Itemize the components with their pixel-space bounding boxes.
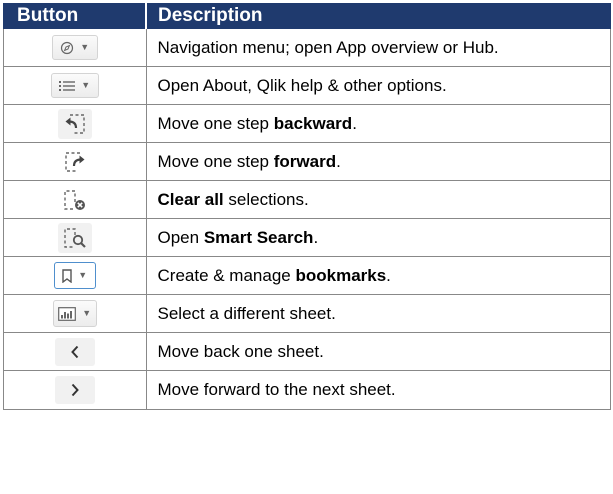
button-cell — [3, 218, 147, 257]
compass-icon — [60, 41, 74, 55]
button-reference-table: Button Description ▼ Navigation menu; op… — [3, 3, 611, 410]
chevron-down-icon: ▼ — [82, 308, 92, 318]
chevron-down-icon: ▼ — [80, 42, 90, 52]
sheets-button[interactable]: ▼ — [52, 300, 97, 327]
global-menu-button[interactable]: ▼ — [50, 73, 99, 98]
button-cell: ▼ — [3, 66, 147, 105]
chevron-down-icon: ▼ — [81, 80, 91, 90]
chevron-right-icon — [70, 383, 80, 397]
button-cell — [3, 370, 147, 410]
table-row: Move back one sheet. — [3, 332, 611, 371]
next-sheet-button[interactable] — [54, 376, 95, 404]
table-row: Move one step backward. — [3, 104, 611, 143]
smart-search-button[interactable] — [57, 222, 92, 253]
step-forward-button[interactable] — [58, 147, 92, 177]
description-cell: Create & manage bookmarks. — [145, 256, 611, 295]
step-back-button[interactable] — [57, 108, 92, 139]
description-cell: Move forward to the next sheet. — [145, 370, 611, 410]
clear-selections-button[interactable] — [58, 185, 92, 215]
step-forward-icon — [64, 151, 86, 173]
list-menu-icon — [59, 80, 76, 92]
button-cell — [3, 332, 147, 371]
table-row: Open Smart Search. — [3, 218, 611, 257]
button-cell — [3, 180, 147, 219]
description-cell: Navigation menu; open App overview or Hu… — [145, 28, 611, 67]
description-column-header: Description — [145, 3, 611, 29]
button-column-header: Button — [3, 3, 147, 29]
description-cell: Move one step backward. — [145, 104, 611, 143]
chevron-down-icon: ▼ — [78, 270, 88, 280]
table-row: ▼ Navigation menu; open App overview or … — [3, 28, 611, 67]
button-cell — [3, 142, 147, 181]
sheet-icon — [58, 306, 77, 321]
table-header-row: Button Description — [3, 3, 611, 29]
description-cell: Open About, Qlik help & other options. — [145, 66, 611, 105]
description-cell: Move back one sheet. — [145, 332, 611, 371]
table-row: Clear all selections. — [3, 180, 611, 219]
smart-search-icon — [63, 227, 87, 249]
button-cell — [3, 104, 147, 143]
table-row: ▼ Open About, Qlik help & other options. — [3, 66, 611, 105]
table-row: Move one step forward. — [3, 142, 611, 181]
chevron-left-icon — [70, 345, 80, 359]
description-cell: Clear all selections. — [145, 180, 611, 219]
bookmark-icon — [62, 268, 72, 283]
description-cell: Open Smart Search. — [145, 218, 611, 257]
description-cell: Move one step forward. — [145, 142, 611, 181]
bookmarks-button[interactable]: ▼ — [53, 262, 96, 289]
previous-sheet-button[interactable] — [54, 337, 95, 366]
clear-selections-icon — [63, 189, 87, 211]
description-cell: Select a different sheet. — [145, 294, 611, 333]
step-back-icon — [64, 113, 86, 135]
button-cell: ▼ — [3, 256, 147, 295]
button-cell: ▼ — [3, 28, 147, 67]
navigation-menu-button[interactable]: ▼ — [51, 35, 98, 60]
table-row: Move forward to the next sheet. — [3, 370, 611, 410]
table-row: ▼ Create & manage bookmarks. — [3, 256, 611, 295]
table-row: ▼ Select a different sheet. — [3, 294, 611, 333]
button-cell: ▼ — [3, 294, 147, 333]
